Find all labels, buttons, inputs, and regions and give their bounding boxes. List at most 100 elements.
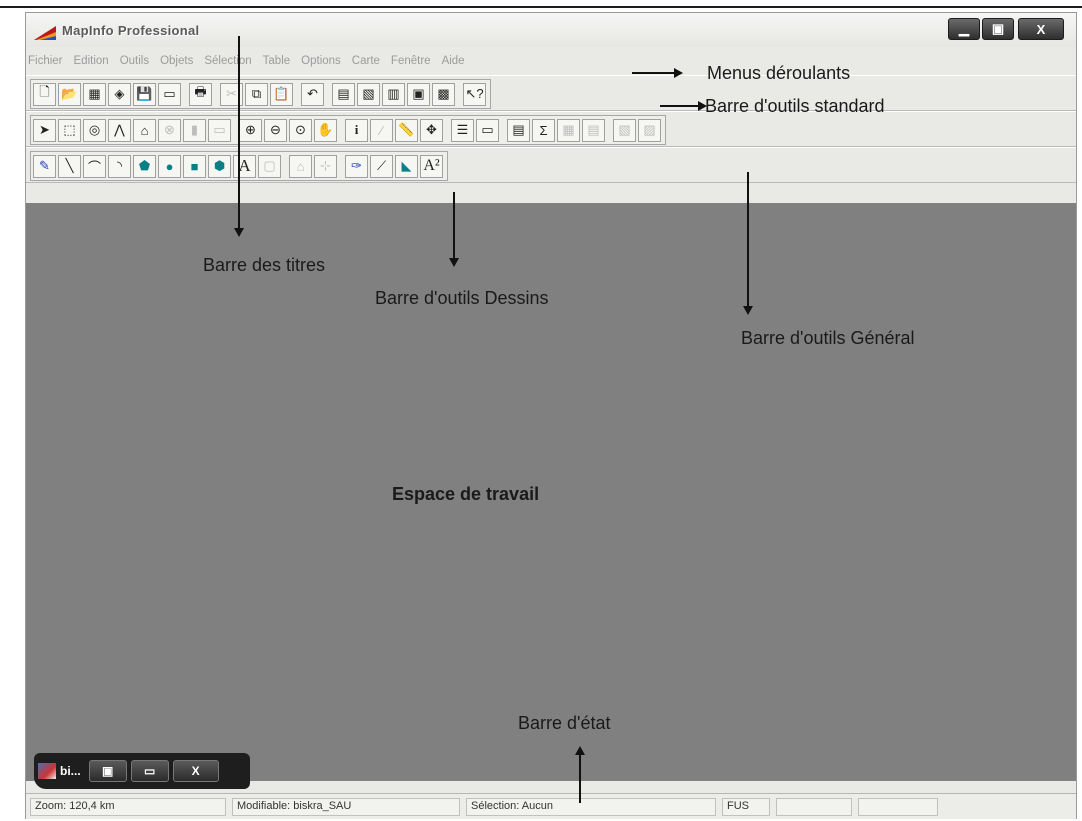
open-dbms-button[interactable]: ◈	[108, 82, 131, 106]
graph-select-button[interactable]: ▮	[183, 118, 206, 142]
save-button[interactable]: 💾	[133, 82, 156, 106]
main-toolbar: ➤ ⬚ ◎ ⋀ ⌂ ⊗ ▮ ▭ ⊕ ⊖ ⊙ ✋ i ∕ 📏 ✥ ☰ ▭ ▤ Σ …	[30, 115, 666, 145]
text-style-icon: A²	[423, 157, 440, 174]
title-bar[interactable]: MapInfo Professional ▁ ▣ X	[26, 13, 1076, 47]
arrow-standard-head	[698, 101, 707, 111]
mini-maximize-button[interactable]: ▭	[130, 760, 169, 782]
invert-select-button[interactable]: ▭	[208, 118, 231, 142]
info-icon: i	[354, 122, 359, 137]
open-icon: 📂	[61, 86, 78, 101]
minimize-button[interactable]: ▁	[948, 18, 980, 40]
sum-button[interactable]: Σ	[532, 118, 555, 142]
print-button[interactable]: 🖶	[189, 82, 212, 106]
maximize-button[interactable]: ▣	[982, 18, 1014, 40]
menu-edition[interactable]: Edition	[74, 55, 109, 67]
restore-icon: ▣	[102, 764, 114, 778]
new-browser-button[interactable]: ▤	[332, 82, 355, 106]
add-node-button[interactable]: ⊹	[314, 154, 337, 178]
rounded-rectangle-button[interactable]: ⬢	[208, 154, 231, 178]
polyline-button[interactable]: ⌒	[83, 154, 106, 178]
info-button[interactable]: i	[345, 118, 368, 142]
unselect-icon: ⊗	[164, 122, 175, 137]
legend-button[interactable]: ▭	[476, 118, 499, 142]
symbol-button[interactable]: ✎	[33, 154, 56, 178]
ruler-button[interactable]: 📏	[395, 118, 418, 142]
radius-select-button[interactable]: ◎	[83, 118, 106, 142]
maximize-icon: ▣	[991, 21, 1005, 36]
status-editable-layer[interactable]: Modifiable: biskra_SAU	[232, 798, 460, 816]
window-title: MapInfo Professional	[62, 23, 200, 38]
mini-restore-button[interactable]: ▣	[88, 760, 127, 782]
open-button[interactable]: 📂	[58, 82, 81, 106]
paste-button[interactable]: 📋	[270, 82, 293, 106]
menu-selection[interactable]: Sélection	[204, 55, 251, 67]
line-style-button[interactable]: ⟋	[370, 154, 393, 178]
line-style-icon: ⟋	[376, 158, 387, 173]
frame-icon: ▢	[263, 158, 276, 173]
symbol-style-icon: ✑	[351, 158, 362, 173]
workspace-area[interactable]	[26, 203, 1076, 781]
legend-icon: ▭	[481, 122, 494, 137]
zoom-out-button[interactable]: ⊖	[264, 118, 287, 142]
new-layout-button[interactable]: ▣	[407, 82, 430, 106]
drag-window-button[interactable]: ✥	[420, 118, 443, 142]
status-selection[interactable]: Sélection: Aucun	[466, 798, 716, 816]
minimized-document-window[interactable]: bi... ▣ ▭ X	[34, 753, 250, 789]
status-zoom[interactable]: Zoom: 120,4 km	[30, 798, 226, 816]
region-style-button[interactable]: ◣	[395, 154, 418, 178]
new-button[interactable]: 🗋	[33, 82, 56, 106]
polygon-select-button[interactable]: ⋀	[108, 118, 131, 142]
rectangle-button[interactable]: ■	[183, 154, 206, 178]
mini-close-button[interactable]: X	[172, 760, 219, 782]
copy-button[interactable]: ⧉	[245, 82, 268, 106]
symbol-style-button[interactable]: ✑	[345, 154, 368, 178]
menu-options[interactable]: Options	[301, 55, 341, 67]
drag-window-icon: ✥	[426, 122, 437, 137]
annotation-status-bar: Barre d'état	[518, 713, 611, 733]
print-icon: 🖶	[194, 84, 207, 99]
grabber-button[interactable]: ✋	[314, 118, 337, 142]
text-button[interactable]: A	[233, 154, 256, 178]
mapinfo-logo-icon	[34, 26, 56, 40]
menu-outils[interactable]: Outils	[120, 55, 149, 67]
unselect-button[interactable]: ⊗	[158, 118, 181, 142]
hotlink-button[interactable]: ▤	[582, 118, 605, 142]
statistics-button[interactable]: ▤	[507, 118, 530, 142]
select-button[interactable]: ➤	[33, 118, 56, 142]
line-button[interactable]: ╲	[58, 154, 81, 178]
menu-aide[interactable]: Aide	[442, 55, 465, 67]
new-mapper-button[interactable]: ▧	[357, 82, 380, 106]
create-thematic-button[interactable]: ▦	[557, 118, 580, 142]
arc-icon: ◝	[116, 158, 123, 173]
reshape-button[interactable]: ⌂	[289, 154, 312, 178]
marquee-select-button[interactable]: ⬚	[58, 118, 81, 142]
polygon-button[interactable]: ⬟	[133, 154, 156, 178]
ellipse-button[interactable]: ●	[158, 154, 181, 178]
new-grapher-button[interactable]: ▥	[382, 82, 405, 106]
move-legend-button[interactable]: ▨	[638, 118, 661, 142]
zoom-in-button[interactable]: ⊕	[239, 118, 262, 142]
boundary-select-button[interactable]: ⌂	[133, 118, 156, 142]
menu-carte[interactable]: Carte	[352, 55, 380, 67]
close-icon: X	[1036, 21, 1046, 37]
menu-fenetre[interactable]: Fenêtre	[391, 55, 431, 67]
layer-control-button[interactable]: ☰	[451, 118, 474, 142]
show-legend-button[interactable]: ▧	[613, 118, 636, 142]
arc-button[interactable]: ◝	[108, 154, 131, 178]
text-style-button[interactable]: A²	[420, 154, 443, 178]
close-table-button[interactable]: ▭	[158, 82, 181, 106]
arrow-drawing-line	[453, 192, 455, 258]
menu-objets[interactable]: Objets	[160, 55, 193, 67]
undo-button[interactable]: ↶	[301, 82, 324, 106]
redistrict-button[interactable]: ▩	[432, 82, 455, 106]
open-workspace-button[interactable]: ▦	[83, 82, 106, 106]
close-button[interactable]: X	[1018, 18, 1064, 40]
cut-icon: ✂	[226, 86, 237, 101]
help-button[interactable]: ↖?	[463, 82, 486, 106]
frame-button[interactable]: ▢	[258, 154, 281, 178]
menu-fichier[interactable]: Fichier	[28, 55, 63, 67]
menu-table[interactable]: Table	[263, 55, 291, 67]
change-view-button[interactable]: ⊙	[289, 118, 312, 142]
label-button[interactable]: ∕	[370, 118, 393, 142]
layer-control-icon: ☰	[456, 122, 469, 137]
